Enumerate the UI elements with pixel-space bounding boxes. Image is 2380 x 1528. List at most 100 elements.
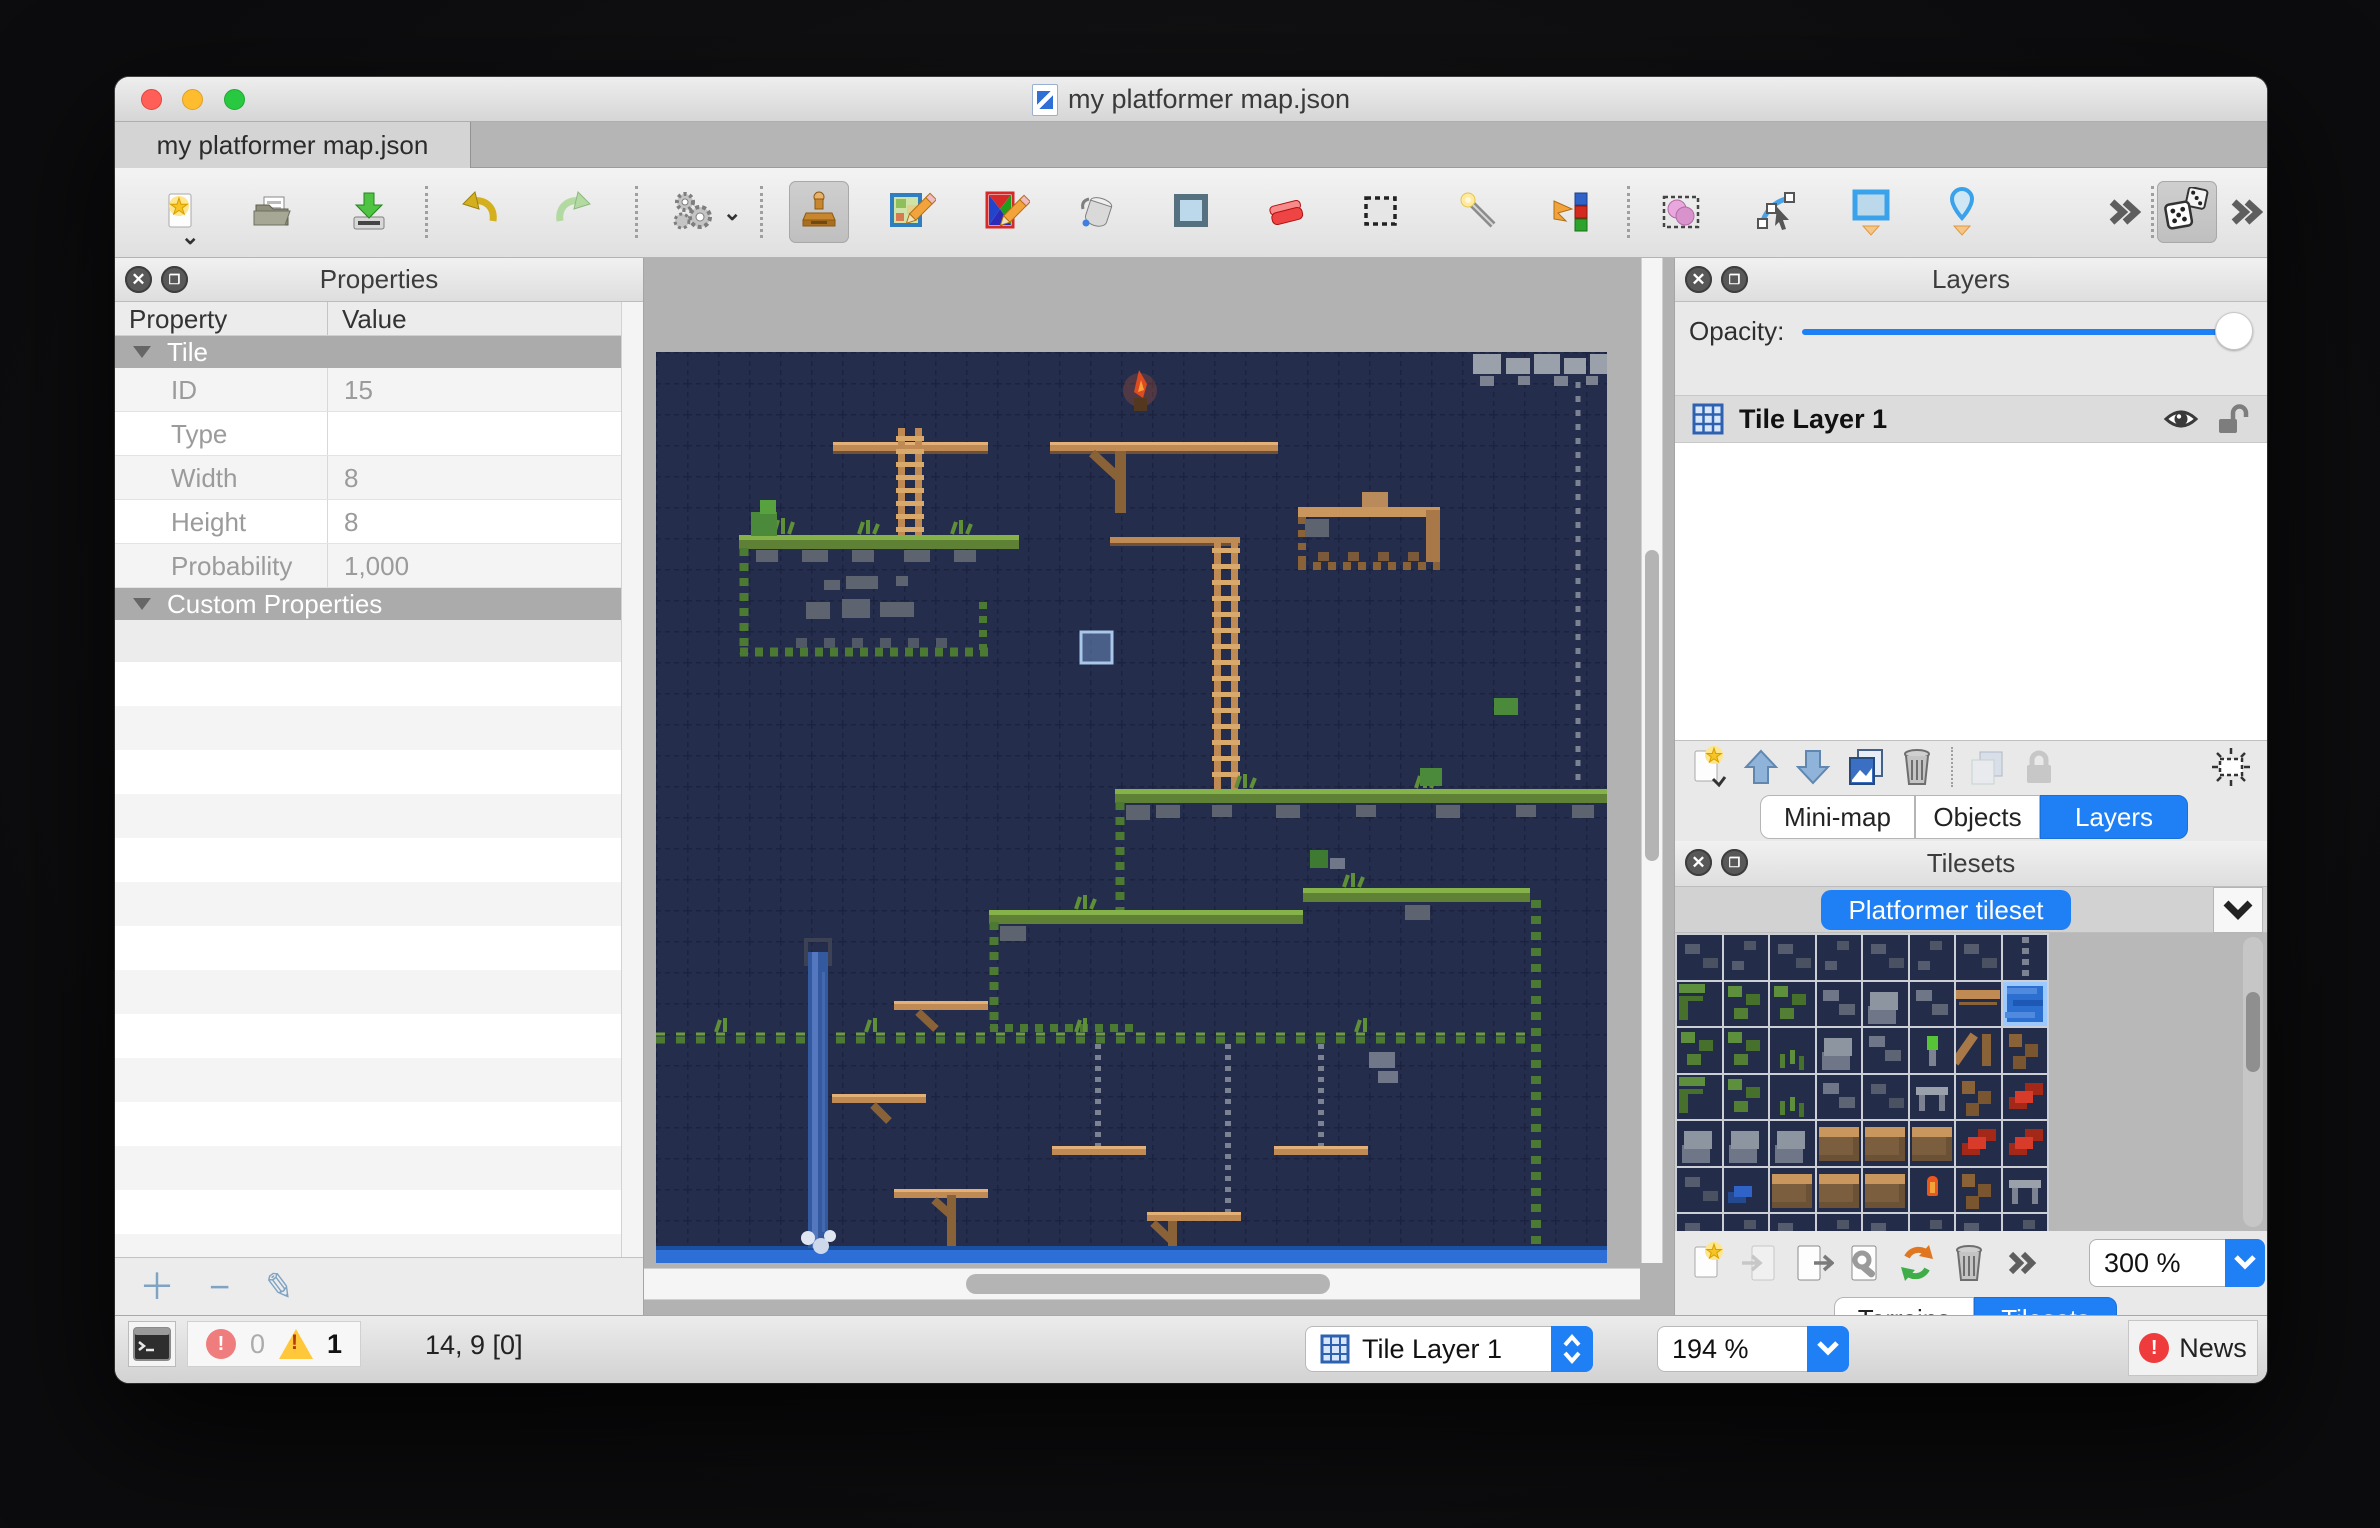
tileset-tile[interactable]: [2003, 935, 2050, 982]
property-row-width[interactable]: Width 8: [115, 456, 643, 500]
issues-counter[interactable]: ! 0 1: [187, 1321, 361, 1367]
property-row-type[interactable]: Type: [115, 412, 643, 456]
select-objects-tool[interactable]: [1652, 181, 1712, 243]
tab-layers[interactable]: Layers: [2040, 795, 2188, 839]
tileset-tile[interactable]: [1817, 1028, 1864, 1075]
tileset-tile[interactable]: [1863, 1214, 1910, 1231]
tileset-tile[interactable]: [1910, 1214, 1957, 1231]
map-horizontal-scrollbar[interactable]: [644, 1268, 1640, 1300]
lower-layer-button[interactable]: [1787, 744, 1839, 790]
tileset-tile[interactable]: [1770, 1168, 1817, 1215]
duplicate-layer-button[interactable]: [1839, 744, 1891, 790]
tileset-tile[interactable]: [1817, 982, 1864, 1029]
edit-tileset-button[interactable]: [1839, 1240, 1891, 1286]
custom-properties-group-header[interactable]: Custom Properties: [115, 588, 643, 620]
tileset-tile[interactable]: [1677, 935, 1724, 982]
automap-button[interactable]: [665, 181, 725, 243]
document-tab[interactable]: my platformer map.json: [115, 122, 471, 168]
float-panel-icon[interactable]: ❐: [1721, 849, 1748, 876]
tileset-tile[interactable]: [1770, 1028, 1817, 1075]
tileset-tile[interactable]: [1863, 1121, 1910, 1168]
tileset-tile[interactable]: [1817, 1075, 1864, 1122]
tileset-tile[interactable]: [1910, 1075, 1957, 1122]
insert-rectangle-tool[interactable]: [1841, 181, 1901, 243]
map-vertical-scrollbar[interactable]: [1641, 258, 1663, 1263]
tileset-tile[interactable]: [1910, 1028, 1957, 1075]
tileset-tile[interactable]: [2003, 1214, 2050, 1231]
tileset-tile[interactable]: [1724, 1075, 1771, 1122]
float-panel-icon[interactable]: ❐: [161, 266, 188, 293]
edit-property-button[interactable]: ✎: [262, 1267, 297, 1307]
tileset-tile[interactable]: [1770, 1075, 1817, 1122]
insert-point-tool[interactable]: [1932, 181, 1992, 243]
zoom-dropdown-button[interactable]: [2225, 1239, 2265, 1287]
add-property-button[interactable]: ＋: [139, 1269, 175, 1305]
redo-button[interactable]: [543, 181, 603, 243]
new-file-dropdown-chevron[interactable]: ⌄: [181, 224, 199, 250]
tileset-tile[interactable]: [1863, 1028, 1910, 1075]
raise-layer-button[interactable]: [1735, 744, 1787, 790]
property-row-probability[interactable]: Probability 1,000: [115, 544, 643, 588]
tileset-tile[interactable]: [1677, 1214, 1724, 1231]
tools-overflow-button[interactable]: [2215, 181, 2267, 243]
layer-visible-eye-icon[interactable]: [2161, 403, 2201, 435]
tileset-tile[interactable]: [1817, 1168, 1864, 1215]
properties-scrollbar[interactable]: [621, 302, 643, 1257]
console-toggle-button[interactable]: [128, 1321, 176, 1367]
tileset-tile[interactable]: [1956, 1121, 2003, 1168]
tileset-tile[interactable]: [2003, 1075, 2050, 1122]
edit-polygons-tool[interactable]: [1747, 181, 1807, 243]
float-panel-icon[interactable]: ❐: [1721, 266, 1748, 293]
bucket-fill-tool[interactable]: [1068, 181, 1128, 243]
tileset-tile[interactable]: [1724, 1168, 1771, 1215]
zoom-select-button[interactable]: [1807, 1326, 1849, 1372]
highlight-current-layer-button[interactable]: [2205, 744, 2257, 790]
select-same-tile-tool[interactable]: [1541, 181, 1601, 243]
tileset-tile[interactable]: [2003, 1121, 2050, 1168]
current-layer-select[interactable]: Tile Layer 1: [1305, 1326, 1593, 1372]
opacity-slider[interactable]: [1802, 311, 2253, 351]
tileset-tile[interactable]: [1956, 1168, 2003, 1215]
tileset-tile[interactable]: [2003, 982, 2050, 1029]
layer-select-stepper[interactable]: [1551, 1326, 1593, 1372]
tileset-tile[interactable]: [1863, 1168, 1910, 1215]
tileset-scrollbar[interactable]: [2243, 937, 2263, 1227]
terrain-fill-tool[interactable]: [976, 181, 1036, 243]
tile-group-header[interactable]: Tile: [115, 336, 643, 368]
map-canvas[interactable]: [656, 352, 1607, 1263]
layer-unlocked-icon[interactable]: [2215, 402, 2251, 436]
tileset-tile[interactable]: [1677, 1075, 1724, 1122]
tab-objects[interactable]: Objects: [1915, 795, 2040, 839]
stamp-brush-tool[interactable]: [789, 181, 849, 243]
tileset-tile[interactable]: [1910, 1121, 1957, 1168]
close-panel-icon[interactable]: ✕: [1685, 266, 1712, 293]
embed-tileset-button[interactable]: [1735, 1240, 1787, 1286]
tileset-tile[interactable]: [1910, 935, 1957, 982]
property-row-id[interactable]: ID 15: [115, 368, 643, 412]
layer-row-tile-layer-1[interactable]: Tile Layer 1: [1675, 395, 2267, 443]
open-file-button[interactable]: [243, 181, 303, 243]
tileset-tile[interactable]: [1863, 982, 1910, 1029]
tileset-list-dropdown[interactable]: [2213, 887, 2263, 933]
tileset-tile[interactable]: [1677, 1028, 1724, 1075]
tileset-tile[interactable]: [1677, 1168, 1724, 1215]
remove-layer-button[interactable]: [1891, 744, 1943, 790]
tileset-tile[interactable]: [2003, 1028, 2050, 1075]
tileset-tile[interactable]: [1724, 982, 1771, 1029]
map-zoom-select[interactable]: 194 %: [1657, 1326, 1849, 1372]
save-file-button[interactable]: [339, 181, 399, 243]
terrain-brush-tool[interactable]: [882, 181, 942, 243]
remove-tileset-button[interactable]: [1943, 1240, 1995, 1286]
tileset-tile[interactable]: [1817, 1214, 1864, 1231]
tileset-tile[interactable]: [1956, 1075, 2003, 1122]
tileset-tile[interactable]: [1677, 1121, 1724, 1168]
tileset-tile[interactable]: [1910, 1168, 1957, 1215]
new-tileset-button[interactable]: ★: [1683, 1240, 1735, 1286]
random-mode-button[interactable]: [2157, 181, 2217, 243]
tileset-tile[interactable]: [1817, 1121, 1864, 1168]
tileset-tile[interactable]: [1770, 1121, 1817, 1168]
reload-tileset-button[interactable]: [1891, 1240, 1943, 1286]
tileset-tile[interactable]: [1817, 935, 1864, 982]
export-tileset-button[interactable]: [1787, 1240, 1839, 1286]
new-layer-button[interactable]: ★: [1683, 744, 1735, 790]
